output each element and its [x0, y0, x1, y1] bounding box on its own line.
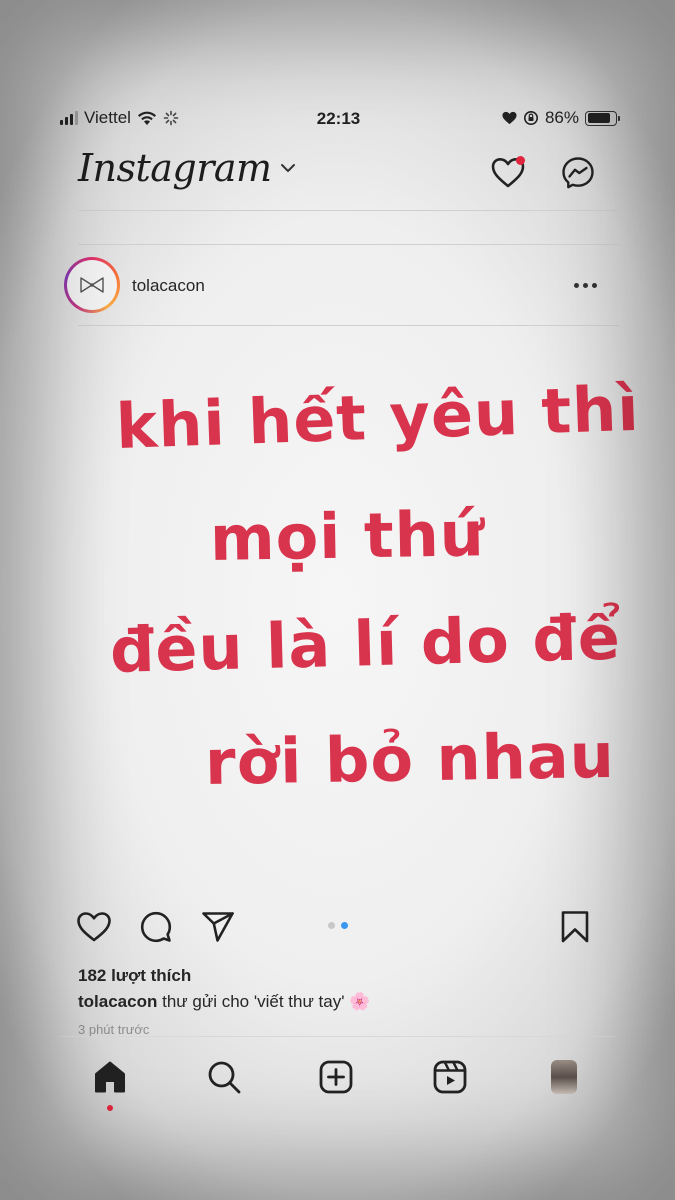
brand-switcher[interactable]: Instagram: [78, 146, 296, 190]
more-options-button[interactable]: [557, 270, 597, 300]
battery-fill: [587, 113, 610, 123]
caption-username[interactable]: tolacacon: [78, 992, 157, 1011]
comment-button[interactable]: [136, 906, 176, 948]
handwritten-line: đều là lí do để: [109, 600, 622, 687]
avatar-image: [67, 260, 117, 310]
header-actions: [489, 154, 597, 192]
post-image[interactable]: khi hết yêu thì mọi thứ đều là lí do để …: [60, 330, 641, 890]
rotation-lock-icon: [523, 111, 538, 125]
messenger-button[interactable]: [559, 154, 597, 192]
handwritten-line: khi hết yêu thì: [114, 371, 641, 463]
bottom-tab-bar: [60, 1036, 615, 1117]
carousel-indicator: [328, 922, 348, 929]
chevron-down-icon: [280, 164, 295, 172]
more-dot: [574, 282, 579, 288]
post-header-divider: [78, 325, 619, 326]
tab-reels[interactable]: [428, 1055, 472, 1099]
status-right: 86%: [502, 108, 620, 128]
tab-new-post[interactable]: [314, 1055, 358, 1099]
home-icon: [95, 1061, 125, 1093]
notification-dot: [516, 156, 525, 165]
heart-icon: [502, 111, 517, 125]
likes-count[interactable]: 182 lượt thích: [78, 966, 191, 986]
header-divider: [78, 210, 619, 211]
avatar[interactable]: [64, 257, 120, 313]
more-dot: [583, 282, 588, 288]
post-timestamp: 3 phút trước: [78, 1022, 150, 1037]
instagram-logo: Instagram: [78, 146, 272, 190]
share-button[interactable]: [198, 906, 238, 948]
caption-text: thư gửi cho 'viết thư tay' 🌸: [162, 992, 371, 1011]
messenger-icon: [562, 157, 594, 189]
carousel-dot: [341, 922, 348, 929]
post-username[interactable]: tolacacon: [132, 276, 205, 296]
post-header: tolacacon: [64, 256, 597, 318]
save-button[interactable]: [555, 906, 595, 948]
more-dot: [592, 282, 597, 288]
post-actions-left: [74, 906, 238, 948]
tab-search[interactable]: [202, 1055, 246, 1099]
post-actions-right: [555, 906, 595, 948]
tab-home[interactable]: [88, 1055, 132, 1111]
search-icon: [208, 1061, 241, 1094]
handwritten-line: mọi thứ: [209, 497, 486, 575]
handwritten-line: rời bỏ nhau: [204, 718, 616, 799]
bookmark-icon: [561, 911, 589, 943]
reels-icon: [433, 1060, 467, 1094]
post-actions: [74, 906, 595, 952]
bow-logo-icon: [80, 277, 104, 293]
tab-profile[interactable]: [542, 1055, 586, 1099]
app-header: Instagram: [78, 140, 597, 204]
heart-outline-icon: [77, 912, 111, 942]
battery-icon: [585, 110, 620, 126]
profile-icon: [551, 1060, 577, 1094]
stories-divider: [78, 244, 619, 245]
comment-icon: [140, 911, 172, 943]
send-icon: [202, 912, 234, 942]
post-caption: tolacacon thư gửi cho 'viết thư tay' 🌸: [78, 992, 370, 1012]
carousel-dot: [328, 922, 335, 929]
home-notification-dot: [107, 1105, 113, 1111]
status-bar: Viettel 22:13 86%: [60, 104, 620, 134]
battery-percent: 86%: [544, 108, 579, 127]
activity-button[interactable]: [489, 154, 527, 192]
new-post-icon: [319, 1060, 353, 1094]
like-button[interactable]: [74, 906, 114, 948]
